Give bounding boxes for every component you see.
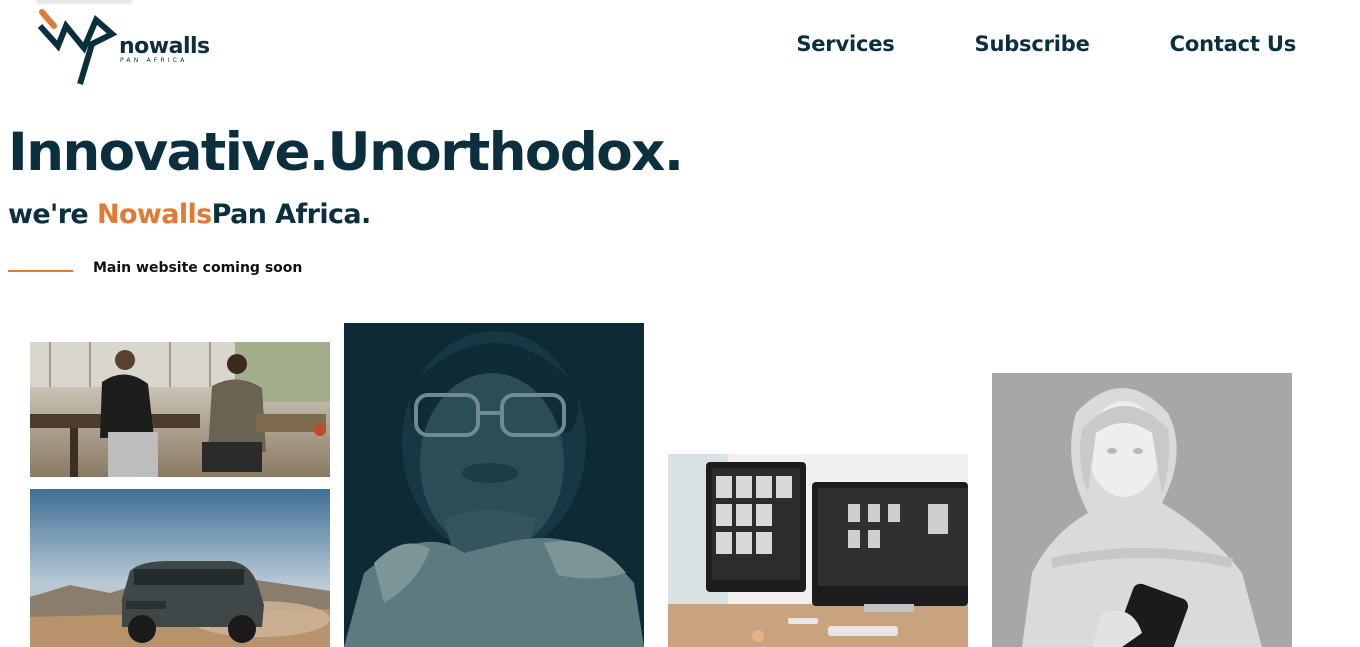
page: nowalls PAN AFRICA Services Subscribe Co…: [0, 0, 1360, 647]
logo-tab-decoration: [36, 0, 132, 4]
logo-subtitle: PAN AFRICA: [120, 57, 188, 64]
desk-monitors-photo: [668, 454, 968, 647]
nav-services[interactable]: Services: [796, 32, 894, 56]
zigzag-logo-icon: [37, 9, 118, 85]
subline-accent: Nowalls: [96, 199, 212, 230]
portrait-photo: [344, 323, 644, 647]
nav-subscribe[interactable]: Subscribe: [975, 32, 1090, 56]
statue-phone-photo: [992, 373, 1292, 647]
logo-wordmark: nowalls: [119, 34, 210, 59]
meeting-photo: [30, 342, 330, 477]
subline-prefix: we're: [8, 199, 97, 230]
subline-suffix: Pan Africa.: [211, 199, 372, 230]
hero-subline: we're NowallsPan Africa.: [8, 199, 371, 230]
main-nav: Services Subscribe Contact Us: [796, 32, 1296, 56]
site-header: nowalls PAN AFRICA Services Subscribe Co…: [0, 0, 1360, 92]
coming-soon-text: Main website coming soon: [93, 260, 303, 276]
suv-desert-photo: [30, 489, 330, 647]
nav-contact-us[interactable]: Contact Us: [1170, 32, 1297, 56]
hero-headline: Innovative.Unorthodox.: [8, 122, 684, 183]
accent-rule: [8, 270, 73, 272]
brand-logo[interactable]: nowalls PAN AFRICA: [36, 0, 216, 88]
